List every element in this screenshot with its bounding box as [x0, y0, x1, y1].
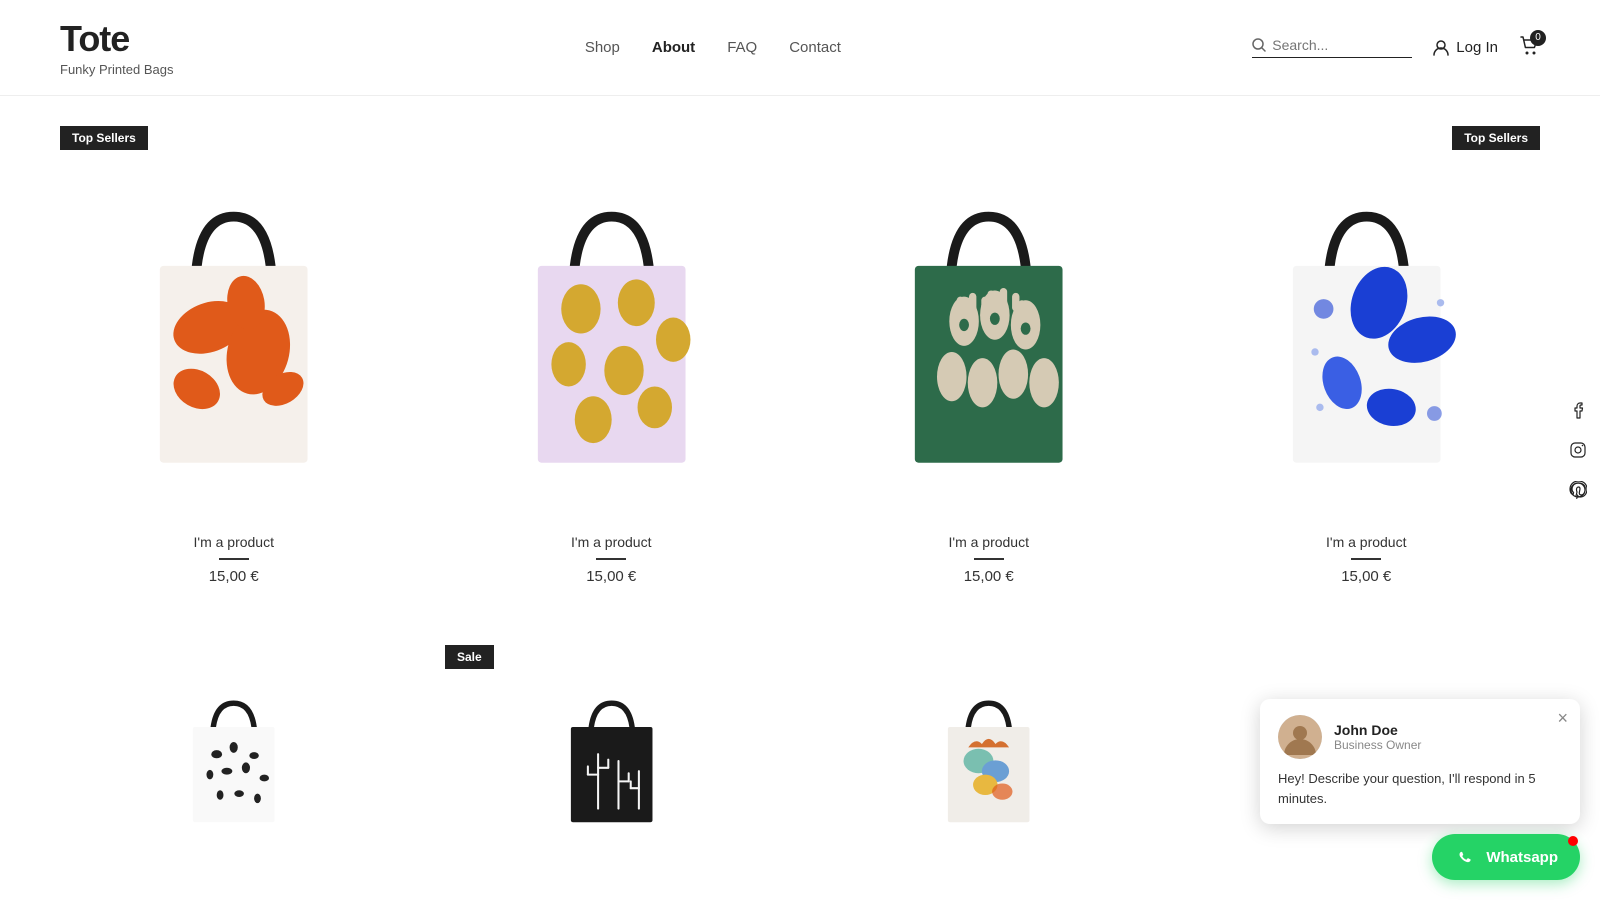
product-divider-1: [219, 558, 249, 560]
product-price-1: 15,00 €: [209, 568, 259, 585]
logo-title: Tote: [60, 18, 173, 60]
product-price-2: 15,00 €: [586, 568, 636, 585]
facebook-icon[interactable]: [1564, 396, 1592, 424]
whatsapp-popup: × John Doe Business Owner Hey! Describe …: [1260, 699, 1580, 824]
product-price-3: 15,00 €: [964, 568, 1014, 585]
cart-badge: 0: [1530, 30, 1546, 46]
product-card-7[interactable]: [815, 681, 1163, 841]
whatsapp-name: John Doe: [1334, 722, 1421, 738]
header: Tote Funky Printed Bags Shop About FAQ C…: [0, 0, 1600, 96]
product-image-7: [815, 681, 1163, 841]
product-card-6[interactable]: [438, 681, 786, 841]
bag-svg-cactus: [464, 693, 759, 829]
product-image-3: [815, 166, 1163, 514]
whatsapp-icon: [1454, 846, 1476, 868]
login-label: Log In: [1456, 39, 1498, 56]
bag-svg-fox: [841, 693, 1136, 829]
product-name-1: I'm a product: [194, 534, 275, 550]
bag-svg-dalmatian: [86, 693, 381, 829]
nav-about[interactable]: About: [652, 39, 695, 56]
user-icon: [1432, 39, 1450, 57]
social-sidebar: [1556, 386, 1600, 514]
product-price-4: 15,00 €: [1341, 568, 1391, 585]
bag-svg-green-eye: [841, 192, 1136, 487]
whatsapp-notification-dot: [1568, 836, 1578, 846]
product-name-4: I'm a product: [1326, 534, 1407, 550]
logo-subtitle: Funky Printed Bags: [60, 62, 173, 77]
product-divider-3: [974, 558, 1004, 560]
bag-svg-blue-shapes: [1219, 192, 1514, 487]
product-name-3: I'm a product: [949, 534, 1030, 550]
top-sellers-badge-right: Top Sellers: [1452, 126, 1540, 150]
whatsapp-widget: × John Doe Business Owner Hey! Describe …: [1260, 699, 1580, 880]
product-image-4: [1193, 166, 1541, 514]
login-button[interactable]: Log In: [1432, 39, 1498, 57]
whatsapp-btn-label: Whatsapp: [1486, 849, 1558, 866]
top-sellers-badge-left: Top Sellers: [60, 126, 148, 150]
whatsapp-close-button[interactable]: ×: [1557, 709, 1568, 727]
whatsapp-button[interactable]: Whatsapp: [1432, 834, 1580, 880]
nav-shop[interactable]: Shop: [585, 39, 620, 56]
cart-button[interactable]: 0: [1518, 34, 1540, 62]
nav-contact[interactable]: Contact: [789, 39, 841, 56]
product-image-1: [60, 166, 408, 514]
whatsapp-role: Business Owner: [1334, 738, 1421, 752]
bag-svg-lemon: [464, 192, 759, 487]
product-row-1: I'm a product 15,00 €: [60, 166, 1540, 585]
main-nav: Shop About FAQ Contact: [585, 39, 841, 56]
product-image-2: [438, 166, 786, 514]
whatsapp-avatar: [1278, 715, 1322, 759]
header-actions: Log In 0: [1252, 34, 1540, 62]
search-box: [1252, 37, 1412, 58]
sale-badge: Sale: [445, 645, 494, 669]
bag-svg-orange: [86, 192, 381, 487]
product-divider-2: [596, 558, 626, 560]
product-card-2[interactable]: I'm a product 15,00 €: [438, 166, 786, 585]
nav-faq[interactable]: FAQ: [727, 39, 757, 56]
product-divider-4: [1351, 558, 1381, 560]
whatsapp-popup-header: John Doe Business Owner: [1278, 715, 1562, 759]
product-card-4[interactable]: I'm a product 15,00 €: [1193, 166, 1541, 585]
product-image-6: [438, 681, 786, 841]
product-image-5: [60, 681, 408, 841]
whatsapp-user-info: John Doe Business Owner: [1334, 722, 1421, 752]
product-card-1[interactable]: I'm a product 15,00 €: [60, 166, 408, 585]
instagram-icon[interactable]: [1564, 436, 1592, 464]
search-icon: [1252, 38, 1266, 52]
product-name-2: I'm a product: [571, 534, 652, 550]
pinterest-icon[interactable]: [1564, 476, 1592, 504]
product-card-5[interactable]: [60, 681, 408, 841]
logo: Tote Funky Printed Bags: [60, 18, 173, 77]
product-card-3[interactable]: I'm a product 15,00 €: [815, 166, 1163, 585]
search-input[interactable]: [1272, 37, 1412, 53]
whatsapp-message: Hey! Describe your question, I'll respon…: [1278, 769, 1562, 808]
